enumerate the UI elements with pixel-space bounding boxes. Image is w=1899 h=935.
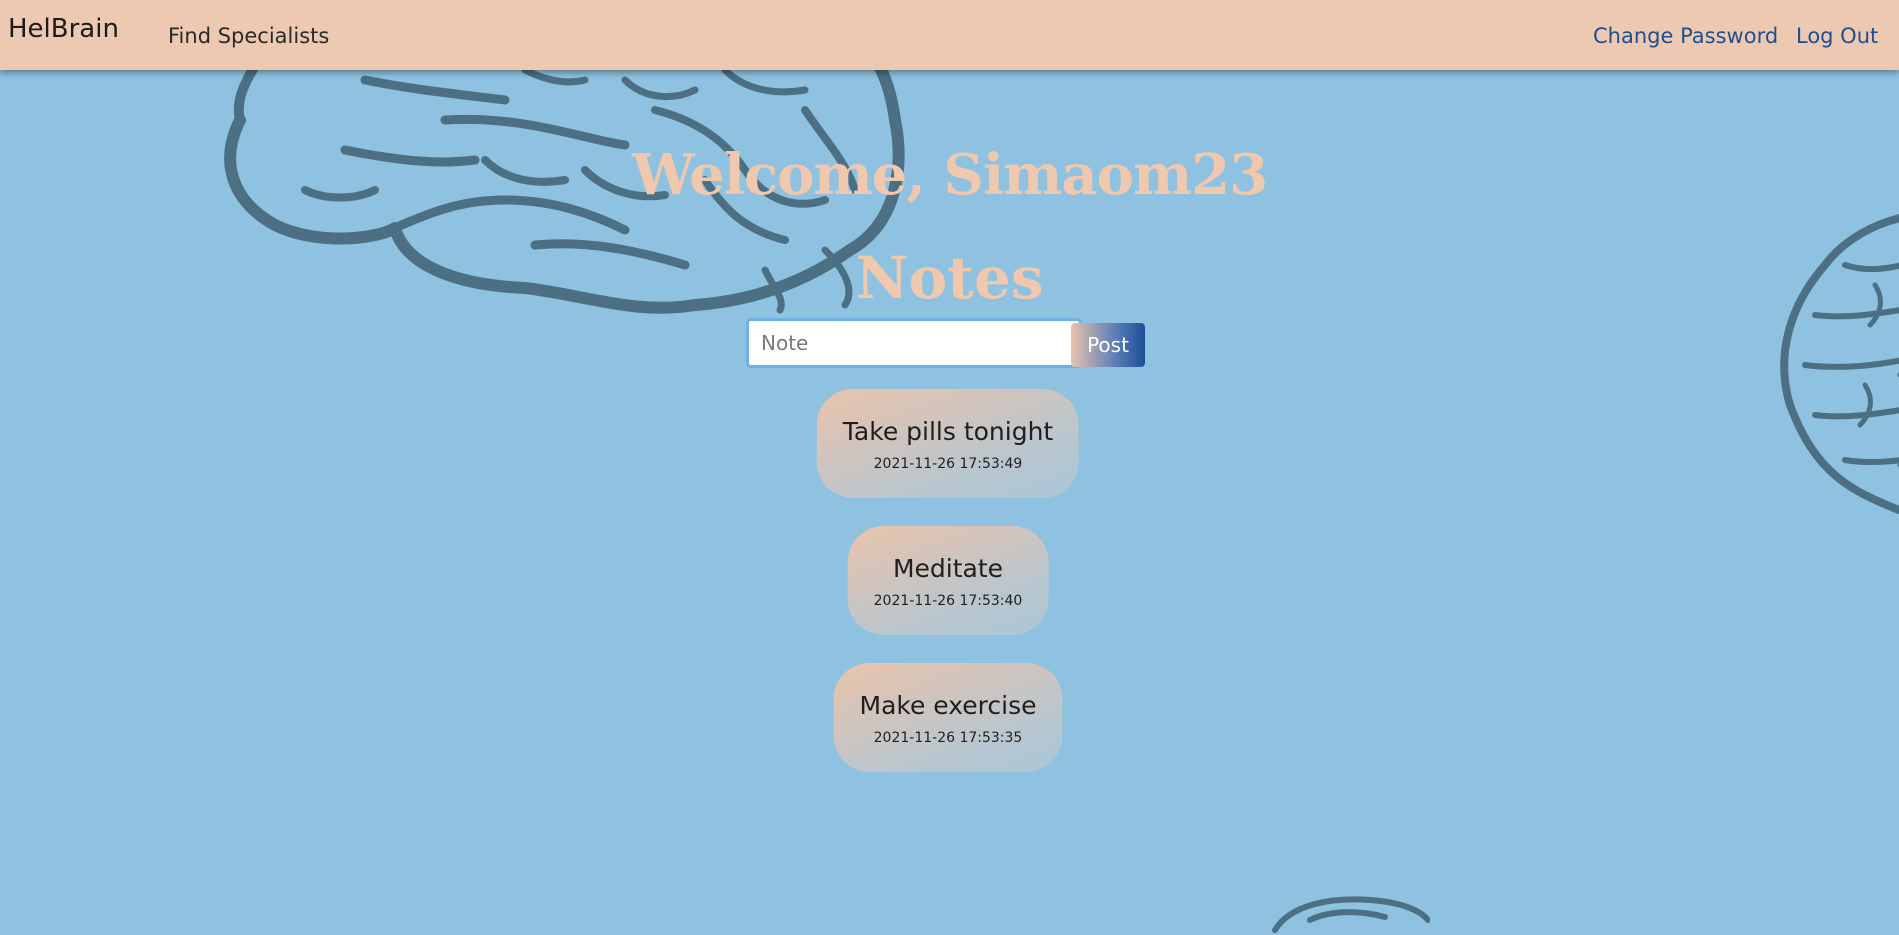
note-input[interactable] <box>746 318 1082 368</box>
brain-illustration-bottom <box>1272 896 1430 933</box>
note-card: Meditate 2021-11-26 17:53:40 <box>847 526 1049 635</box>
log-out-link[interactable]: Log Out <box>1796 24 1878 48</box>
note-card: Make exercise 2021-11-26 17:53:35 <box>833 663 1063 772</box>
brand-logo[interactable]: HelBrain <box>8 14 119 44</box>
note-title: Meditate <box>892 554 1004 583</box>
note-title: Take pills tonight <box>842 417 1054 446</box>
welcome-heading: Welcome, Simaom23 <box>631 142 1268 208</box>
navbar: HelBrain Find Specialists Change Passwor… <box>0 0 1899 70</box>
post-button[interactable]: Post <box>1071 323 1145 367</box>
notes-heading: Notes <box>855 244 1044 312</box>
note-title: Make exercise <box>859 691 1037 720</box>
change-password-link[interactable]: Change Password <box>1593 24 1778 48</box>
note-timestamp: 2021-11-26 17:53:40 <box>873 593 1023 609</box>
find-specialists-link[interactable]: Find Specialists <box>168 24 329 48</box>
note-timestamp: 2021-11-26 17:53:35 <box>873 730 1023 746</box>
note-timestamp: 2021-11-26 17:53:49 <box>873 456 1023 472</box>
note-card: Take pills tonight 2021-11-26 17:53:49 <box>816 389 1080 498</box>
